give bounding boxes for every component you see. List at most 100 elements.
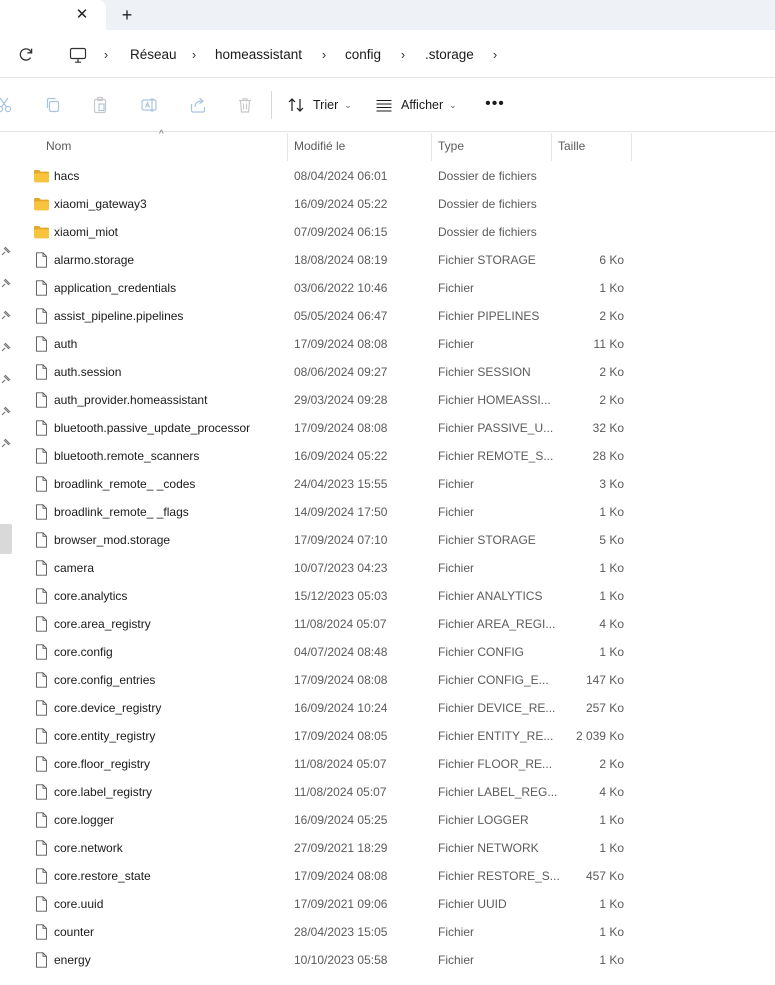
file-type: Fichier HOMEASSI...	[438, 393, 551, 407]
delete-icon[interactable]	[235, 95, 255, 115]
sort-button[interactable]: Trier ⌄	[287, 94, 352, 116]
column-size[interactable]: Taille	[552, 133, 632, 161]
file-icon	[33, 308, 50, 324]
file-modified-date: 03/06/2022 10:46	[294, 281, 388, 295]
folder-icon	[33, 196, 50, 212]
column-modified[interactable]: Modifié le	[288, 133, 432, 161]
breadcrumb-chevron[interactable]: ›	[490, 47, 500, 63]
breadcrumb-item-reseau[interactable]: Réseau	[130, 47, 177, 63]
breadcrumb-item-homeassistant[interactable]: homeassistant	[215, 47, 302, 63]
breadcrumb-chevron[interactable]: ›	[319, 47, 329, 63]
view-icon	[376, 99, 392, 112]
table-row[interactable]: xiaomi_miot 07/09/2024 06:15 Dossier de fi…	[14, 218, 775, 246]
file-modified-date: 16/09/2024 05:22	[294, 449, 388, 463]
table-row[interactable]: counter 28/04/2023 15:05 Fichier 1 Ko	[14, 918, 775, 946]
file-name: core.uuid	[54, 897, 104, 911]
column-name[interactable]: Nom	[40, 133, 288, 161]
file-icon	[33, 868, 50, 884]
file-modified-date: 16/09/2024 10:24	[294, 701, 388, 715]
file-modified-date: 16/09/2024 05:25	[294, 813, 388, 827]
file-modified-date: 18/08/2024 08:19	[294, 253, 388, 267]
table-row[interactable]: core.network 27/09/2021 18:29 Fichier NETW…	[14, 834, 775, 862]
file-type: Fichier PIPELINES	[438, 309, 540, 323]
pin-icon[interactable]	[0, 405, 12, 417]
column-type[interactable]: Type	[432, 133, 552, 161]
file-size: 2 Ko	[599, 393, 624, 407]
table-row[interactable]: application_credentials 03/06/2022 10:46 F…	[14, 274, 775, 302]
breadcrumb-chevron[interactable]: ›	[398, 47, 408, 63]
file-list: hacs 08/04/2024 06:01 Dossier de fichiers x…	[14, 162, 775, 985]
file-icon	[33, 728, 50, 744]
close-tab-icon[interactable]: ✕	[72, 6, 92, 24]
share-icon[interactable]	[188, 95, 208, 115]
table-row[interactable]: core.restore_state 17/09/2024 08:08 Fichie…	[14, 862, 775, 890]
table-row[interactable]: broadlink_remote_ _flags 14/09/2024 17:50…	[14, 498, 775, 526]
pin-icon[interactable]	[0, 341, 12, 353]
file-icon	[33, 588, 50, 604]
pin-icon[interactable]	[0, 437, 12, 449]
paste-icon[interactable]	[90, 95, 110, 115]
table-row[interactable]: bluetooth.remote_scanners 16/09/2024 05:2…	[14, 442, 775, 470]
table-row[interactable]: core.label_registry 11/08/2024 05:07 Fichi…	[14, 778, 775, 806]
breadcrumb[interactable]: › Réseau › homeassistant › config › .sto…	[58, 39, 775, 71]
table-row[interactable]: alarmo.storage 18/08/2024 08:19 Fichier ST…	[14, 246, 775, 274]
file-name: auth_provider.homeassistant	[54, 393, 208, 407]
table-row[interactable]: auth 17/09/2024 08:08 Fichier 11 Ko	[14, 330, 775, 358]
table-row[interactable]: auth_provider.homeassistant 29/03/2024 09…	[14, 386, 775, 414]
this-pc-icon[interactable]	[68, 45, 88, 65]
copy-icon[interactable]	[43, 95, 63, 115]
breadcrumb-item-storage[interactable]: .storage	[425, 47, 474, 63]
file-type: Fichier PASSIVE_U...	[438, 421, 554, 435]
table-row[interactable]: core.config 04/07/2024 08:48 Fichier CONFI…	[14, 638, 775, 666]
file-modified-date: 24/04/2023 15:55	[294, 477, 388, 491]
table-row[interactable]: core.analytics 15/12/2023 05:03 Fichier AN…	[14, 582, 775, 610]
more-options-icon[interactable]: •••	[484, 93, 506, 115]
pin-icon[interactable]	[0, 277, 12, 289]
active-tab[interactable]: ✕	[0, 0, 106, 30]
table-row[interactable]: core.entity_registry 17/09/2024 08:05 Fich…	[14, 722, 775, 750]
cut-icon[interactable]	[0, 95, 14, 115]
table-row[interactable]: bluetooth.passive_update_processor 17/09/…	[14, 414, 775, 442]
table-row[interactable]: auth.session 08/06/2024 09:27 Fichier SESS…	[14, 358, 775, 386]
file-icon	[33, 896, 50, 912]
rename-icon[interactable]	[139, 95, 159, 115]
table-row[interactable]: core.device_registry 16/09/2024 10:24 Fich…	[14, 694, 775, 722]
file-name: core.device_registry	[54, 701, 162, 715]
file-type: Fichier	[438, 953, 475, 967]
new-tab-icon[interactable]: +	[116, 5, 138, 25]
table-row[interactable]: assist_pipeline.pipelines 05/05/2024 06:4…	[14, 302, 775, 330]
table-row[interactable]: xiaomi_gateway3 16/09/2024 05:22 Dossier d…	[14, 190, 775, 218]
table-row[interactable]: browser_mod.storage 17/09/2024 07:10 Fichi…	[14, 526, 775, 554]
breadcrumb-item-config[interactable]: config	[345, 47, 381, 63]
table-row[interactable]: core.logger 16/09/2024 05:25 Fichier LOGGE…	[14, 806, 775, 834]
breadcrumb-chevron[interactable]: ›	[189, 47, 199, 63]
file-size: 1 Ko	[599, 841, 624, 855]
file-modified-date: 05/05/2024 06:47	[294, 309, 388, 323]
pin-icon[interactable]	[0, 245, 12, 257]
file-type: Fichier RESTORE_S...	[438, 869, 560, 883]
table-row[interactable]: core.floor_registry 11/08/2024 05:07 Fichi…	[14, 750, 775, 778]
table-row[interactable]: core.area_registry 11/08/2024 05:07 Fichie…	[14, 610, 775, 638]
command-bar: Trier ⌄ Afficher ⌄ •••	[0, 79, 775, 132]
table-row[interactable]: energy 10/10/2023 05:58 Fichier 1 Ko	[14, 946, 775, 974]
file-size: 6 Ko	[599, 253, 624, 267]
file-icon	[33, 252, 50, 268]
column-header: ^ Nom Modifié le Type Taille	[14, 129, 775, 161]
table-row[interactable]: hacs 08/04/2024 06:01 Dossier de fichiers	[14, 162, 775, 190]
file-modified-date: 08/06/2024 09:27	[294, 365, 388, 379]
refresh-icon[interactable]	[16, 44, 36, 64]
pin-icon[interactable]	[0, 373, 12, 385]
file-type: Fichier SESSION	[438, 365, 531, 379]
pin-icon[interactable]	[0, 309, 12, 321]
table-row[interactable]: core.config_entries 17/09/2024 08:08 Fichi…	[14, 666, 775, 694]
folder-icon	[33, 168, 50, 184]
file-modified-date: 11/08/2024 05:07	[294, 757, 387, 771]
file-size	[554, 225, 624, 239]
view-button[interactable]: Afficher ⌄	[375, 94, 457, 116]
file-modified-date: 10/10/2023 05:58	[294, 953, 388, 967]
table-row[interactable]: camera 10/07/2023 04:23 Fichier 1 Ko	[14, 554, 775, 582]
nav-scrollbar-thumb[interactable]	[0, 524, 12, 554]
table-row[interactable]: broadlink_remote_ _codes 24/04/2023 15:55…	[14, 470, 775, 498]
table-row[interactable]: core.uuid 17/09/2021 09:06 Fichier UUID 1 K…	[14, 890, 775, 918]
breadcrumb-chevron[interactable]: ›	[101, 47, 111, 63]
